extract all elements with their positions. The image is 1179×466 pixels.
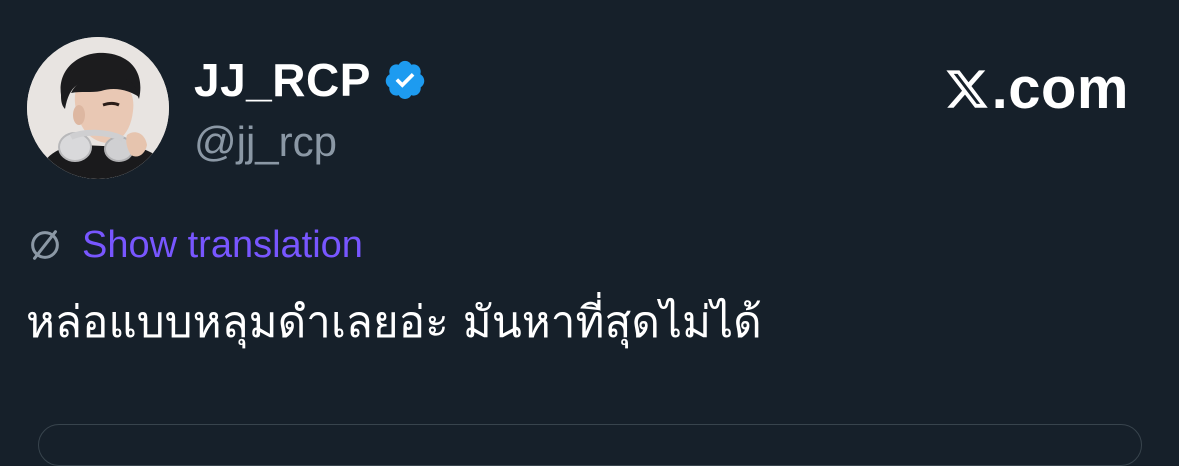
verified-badge-icon — [385, 60, 425, 99]
author-name-row[interactable]: JJ_RCP — [194, 52, 427, 108]
profile-photo — [27, 37, 169, 179]
tweet-text: หล่อแบบหลุมดำเลยอ่ะ มันหาที่สุดไม่ได้ — [26, 297, 762, 348]
globe-translate-icon — [31, 230, 59, 260]
embedded-card[interactable] — [38, 424, 1142, 466]
avatar[interactable] — [27, 37, 169, 179]
x-logo-icon — [946, 70, 988, 108]
show-translation[interactable]: Show translation — [26, 222, 363, 268]
author-handle[interactable]: @jj_rcp — [194, 116, 337, 168]
brand-logo: .com — [944, 56, 1129, 122]
show-translation-link[interactable]: Show translation — [82, 222, 363, 268]
author-display-name[interactable]: JJ_RCP — [194, 52, 371, 108]
brand-domain: .com — [991, 56, 1129, 121]
